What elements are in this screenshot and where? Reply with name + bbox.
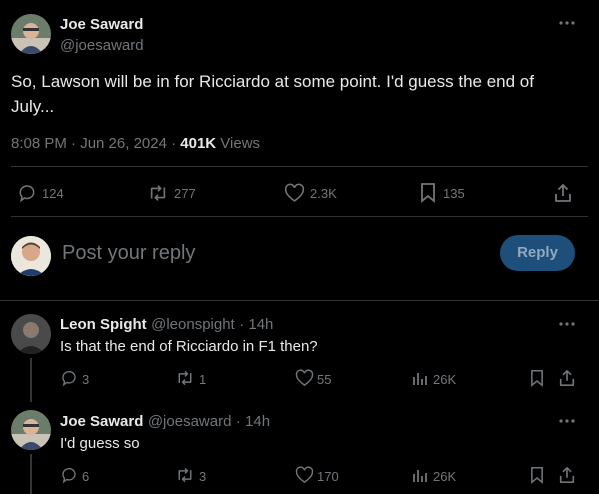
reply-icon[interactable] xyxy=(60,466,78,484)
bookmark-icon[interactable] xyxy=(420,182,436,203)
repost-icon[interactable] xyxy=(175,466,195,484)
reply-author-handle[interactable]: @leonspight xyxy=(151,316,235,333)
reply-icon[interactable] xyxy=(60,369,78,387)
reply-input[interactable]: Post your reply xyxy=(62,242,195,265)
more-options-icon[interactable] xyxy=(558,416,576,426)
author-handle[interactable]: @joesaward xyxy=(60,37,144,54)
views-icon[interactable] xyxy=(411,466,429,484)
repost-icon[interactable] xyxy=(175,369,195,387)
reply-icon[interactable] xyxy=(17,183,37,203)
tweet-timestamp[interactable]: 8:08 PM · Jun 26, 2024 · xyxy=(11,135,180,152)
reply-author-name[interactable]: Leon Spight xyxy=(60,316,147,333)
share-icon[interactable] xyxy=(558,466,576,484)
repost-icon[interactable] xyxy=(147,183,169,203)
repost-count[interactable]: 3 xyxy=(199,469,206,484)
thread-line xyxy=(30,358,32,402)
reply-text: Is that the end of Ricciardo in F1 then? xyxy=(60,338,318,355)
views-icon[interactable] xyxy=(411,369,429,387)
reply-button[interactable]: Reply xyxy=(500,235,575,271)
bookmark-count[interactable]: 135 xyxy=(443,186,465,201)
user-avatar[interactable] xyxy=(11,236,51,276)
views-count[interactable]: 26K xyxy=(433,469,456,484)
more-options-icon[interactable] xyxy=(558,18,576,28)
repost-count[interactable]: 1 xyxy=(199,372,206,387)
reply-count[interactable]: 6 xyxy=(82,469,89,484)
views-count: 401K xyxy=(180,135,217,152)
tweet-text-line2: July... xyxy=(11,97,55,116)
bookmark-icon[interactable] xyxy=(530,369,544,387)
reply-avatar[interactable] xyxy=(11,410,51,450)
share-icon[interactable] xyxy=(558,369,576,387)
reply-avatar[interactable] xyxy=(11,314,51,354)
reply-count[interactable]: 3 xyxy=(82,372,89,387)
reply-author-name[interactable]: Joe Saward xyxy=(60,413,143,430)
more-options-icon[interactable] xyxy=(558,319,576,329)
reply-count[interactable]: 124 xyxy=(42,186,64,201)
repost-count[interactable]: 277 xyxy=(174,186,196,201)
views-label: Views xyxy=(216,135,261,152)
reply-header: Joe Saward @joesaward · 14h xyxy=(60,413,270,431)
reply-author-handle[interactable]: @joesaward xyxy=(148,413,232,430)
divider xyxy=(11,166,588,167)
like-count[interactable]: 170 xyxy=(317,469,339,484)
reply-time[interactable]: · 14h xyxy=(236,413,270,430)
like-count[interactable]: 2.3K xyxy=(310,186,337,201)
views-count[interactable]: 26K xyxy=(433,372,456,387)
like-icon[interactable] xyxy=(284,183,305,203)
bookmark-icon[interactable] xyxy=(530,466,544,484)
like-count[interactable]: 55 xyxy=(317,372,331,387)
author-avatar[interactable] xyxy=(11,14,51,54)
divider xyxy=(11,216,588,217)
like-icon[interactable] xyxy=(295,369,314,387)
thread-line xyxy=(30,454,32,494)
tweet-text-line1: So, Lawson will be in for Ricciardo at s… xyxy=(11,72,534,91)
reply-text: I'd guess so xyxy=(60,435,140,452)
tweet-meta: 8:08 PM · Jun 26, 2024 · 401K Views xyxy=(11,135,260,152)
reply-header: Leon Spight @leonspight · 14h xyxy=(60,316,273,334)
author-name[interactable]: Joe Saward xyxy=(60,16,143,33)
reply-time[interactable]: · 14h xyxy=(239,316,273,333)
divider xyxy=(0,300,599,301)
like-icon[interactable] xyxy=(295,466,314,484)
share-icon[interactable] xyxy=(553,183,573,203)
